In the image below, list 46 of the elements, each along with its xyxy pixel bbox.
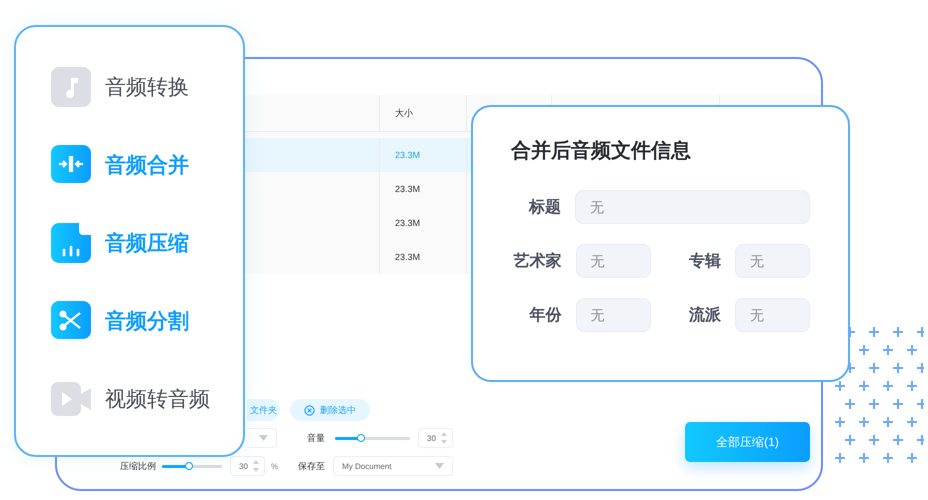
sidebar-item[interactable]: 音频合并 <box>51 145 243 185</box>
audio-file-icon <box>51 223 91 263</box>
save-to-label: 保存至 <box>298 460 326 472</box>
size-cell: 23.3M <box>395 150 420 160</box>
input-field[interactable]: 无 <box>735 244 810 278</box>
spinner-icon <box>441 432 447 444</box>
slider-thumb[interactable] <box>357 434 366 442</box>
ratio-slider[interactable] <box>162 464 222 468</box>
close-circle-icon <box>304 404 315 416</box>
field-label: 标题 <box>529 198 561 218</box>
card-title: 合并后音频文件信息 <box>511 138 692 164</box>
input-field[interactable]: 无 <box>735 298 810 332</box>
sidebar-item[interactable]: 视频转音频 <box>51 379 243 419</box>
volume-slider[interactable] <box>335 436 410 440</box>
volume-label: 音量 <box>307 432 325 444</box>
size-cell: 23.3M <box>395 252 420 262</box>
field-label: 专辑 <box>689 251 721 272</box>
size-cell: 23.3M <box>395 184 420 194</box>
input-field[interactable]: 无 <box>576 298 650 332</box>
spinner-icon <box>253 460 259 472</box>
sidebar-item[interactable]: 音频转换 <box>51 67 243 107</box>
volume-input[interactable]: 30 <box>418 428 453 448</box>
caret-icon <box>435 463 444 469</box>
input-field[interactable]: 无 <box>576 244 650 278</box>
music-note-icon <box>51 67 91 107</box>
merge-arrows-icon <box>51 145 91 185</box>
caret-icon <box>259 435 268 441</box>
percent-unit: % <box>271 462 278 470</box>
toolbar-button[interactable]: 文件夹 <box>247 399 280 421</box>
column-header: 大小 <box>380 95 467 131</box>
field-label: 年份 <box>530 306 562 326</box>
input-field[interactable]: 无 <box>575 190 810 224</box>
compress-all-button[interactable]: 全部压缩(1) <box>685 422 810 462</box>
size-cell: 23.3M <box>395 218 420 228</box>
sidebar-item[interactable]: 音频分割 <box>51 301 243 341</box>
video-camera-icon <box>51 379 91 419</box>
ratio-label: 压缩比例 <box>120 460 156 472</box>
slider-thumb[interactable] <box>185 462 193 470</box>
dropdown[interactable] <box>247 428 277 448</box>
toolbar-button[interactable]: 删除选中 <box>290 399 370 421</box>
folder-dropdown[interactable]: My Document <box>333 456 454 476</box>
sidebar-item[interactable]: 音频压缩 <box>51 223 243 263</box>
scissors-icon <box>51 301 91 341</box>
field-label: 艺术家 <box>514 251 562 272</box>
field-label: 流派 <box>689 305 721 326</box>
ratio-input[interactable]: 30 <box>230 456 265 476</box>
